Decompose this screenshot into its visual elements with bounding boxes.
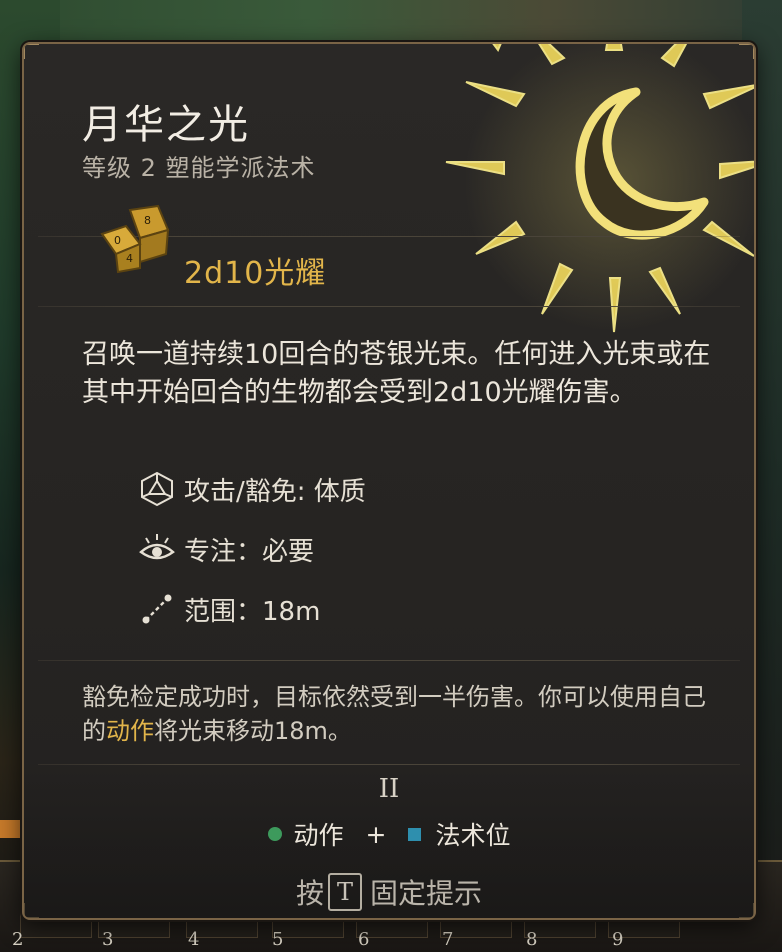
svg-text:0: 0 bbox=[114, 234, 121, 247]
svg-text:8: 8 bbox=[144, 214, 151, 227]
action-cost-icon bbox=[267, 827, 282, 841]
divider bbox=[38, 764, 740, 765]
moonbeam-spell-icon bbox=[445, 44, 754, 333]
note-highlight-action: 动作 bbox=[106, 717, 154, 745]
damage-value: 2d10光耀 bbox=[184, 256, 327, 291]
divider bbox=[38, 660, 740, 661]
dice-icon: 8 0 4 bbox=[100, 204, 170, 274]
hotbar-number: 4 bbox=[188, 929, 200, 950]
cost-plus: + bbox=[365, 819, 387, 849]
action-cost-label: 动作 bbox=[293, 821, 344, 850]
pin-key[interactable]: T bbox=[328, 873, 362, 911]
divider bbox=[38, 306, 740, 307]
hotbar-number: 5 bbox=[272, 929, 284, 950]
pin-hint-prefix: 按 bbox=[295, 877, 324, 910]
spell-slot-cost-icon bbox=[408, 827, 422, 841]
property-concentration: 专注：必要 bbox=[138, 530, 314, 568]
cost-row: 动作 + 法术位 bbox=[24, 816, 754, 852]
spell-tooltip: 月华之光 等级 2 塑能学派法术 8 0 4 2d10光耀 召唤一道持续10回合… bbox=[22, 42, 756, 920]
spell-name: 月华之光 bbox=[82, 102, 250, 148]
d20-icon bbox=[141, 471, 173, 507]
spell-slot-cost-label: 法术位 bbox=[435, 821, 511, 850]
property-text: 专注：必要 bbox=[184, 536, 315, 567]
hotbar-number: 7 bbox=[442, 929, 454, 950]
hotbar-number: 6 bbox=[358, 929, 370, 950]
corner-ornament bbox=[24, 44, 39, 59]
spell-description: 召唤一道持续10回合的苍银光束。任何进入光束或在其中开始回合的生物都会受到2d1… bbox=[82, 339, 711, 408]
spell-level-school: 等级 2 塑能学派法术 bbox=[82, 154, 316, 182]
spell-note: 豁免检定成功时，目标依然受到一半伤害。你可以使用自己的动作将光束移动18m。 bbox=[82, 680, 722, 748]
property-text: 攻击/豁免: 体质 bbox=[184, 476, 366, 507]
range-icon bbox=[142, 594, 172, 624]
note-text: 将光束移动18m。 bbox=[154, 717, 352, 745]
property-attack-save: 攻击/豁免: 体质 bbox=[138, 470, 366, 508]
concentration-eye-icon bbox=[139, 534, 175, 560]
hotbar-number: 3 bbox=[102, 929, 114, 950]
property-text: 范围：18m bbox=[184, 596, 321, 627]
pin-hint-suffix: 固定提示 bbox=[370, 877, 483, 910]
hotbar-number: 2 bbox=[12, 929, 24, 950]
property-range: 范围：18m bbox=[138, 590, 320, 628]
hotbar-number: 9 bbox=[612, 929, 624, 950]
pin-tooltip-hint: 按 T 固定提示 bbox=[24, 872, 754, 912]
svg-text:4: 4 bbox=[126, 252, 133, 265]
spell-slot-level: II bbox=[378, 774, 400, 804]
hotbar-number: 8 bbox=[526, 929, 538, 950]
